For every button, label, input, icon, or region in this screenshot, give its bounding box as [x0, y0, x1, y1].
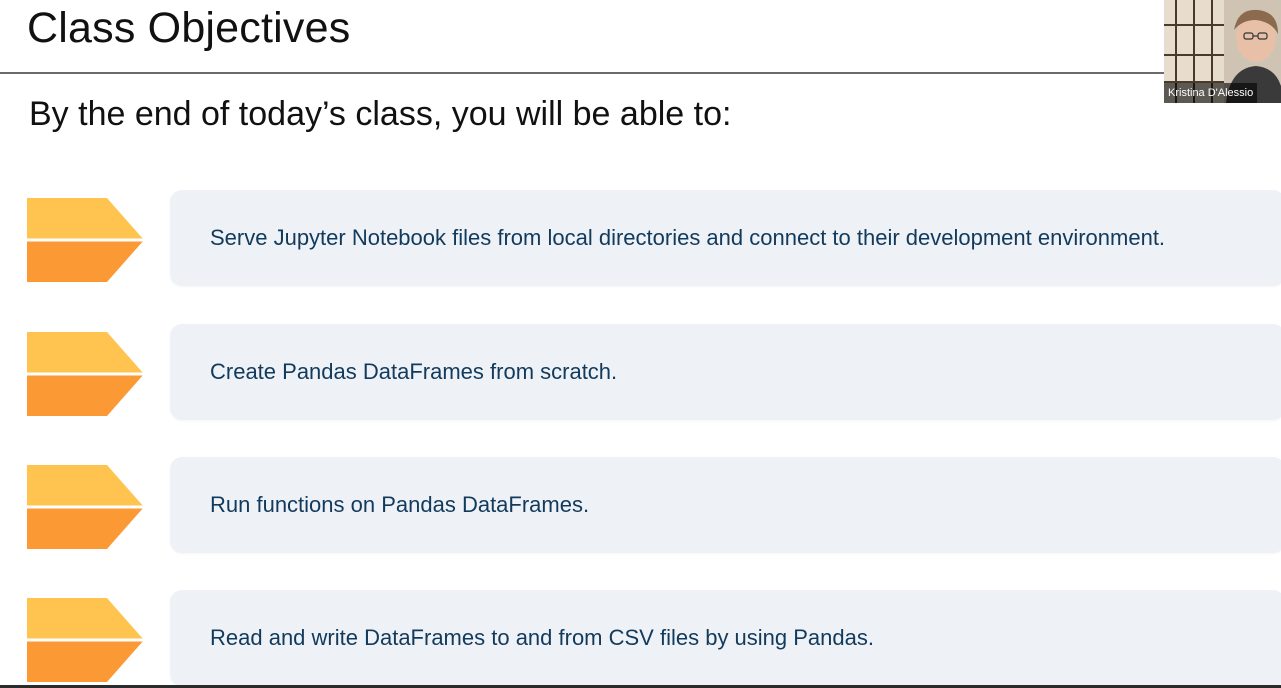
objective-text: Serve Jupyter Notebook files from local … — [210, 225, 1166, 250]
objective-card: Read and write DataFrames to and from CS… — [170, 590, 1281, 686]
objective-item: Run functions on Pandas DataFrames. — [0, 457, 1281, 553]
objective-card: Create Pandas DataFrames from scratch. — [170, 324, 1281, 420]
title-divider — [0, 72, 1281, 74]
participant-name-label: Kristina D'Alessio — [1164, 83, 1258, 103]
chevron-arrow-icon — [27, 598, 144, 682]
objective-item: Serve Jupyter Notebook files from local … — [0, 190, 1281, 286]
objective-text: Run functions on Pandas DataFrames. — [210, 492, 590, 517]
chevron-arrow-icon — [27, 198, 144, 282]
objective-item: Create Pandas DataFrames from scratch. — [0, 324, 1281, 420]
objective-item: Read and write DataFrames to and from CS… — [0, 590, 1281, 686]
objective-text: Create Pandas DataFrames from scratch. — [210, 359, 618, 384]
objective-card: Run functions on Pandas DataFrames. — [170, 457, 1281, 553]
chevron-arrow-icon — [27, 465, 144, 549]
objective-text: Read and write DataFrames to and from CS… — [210, 625, 874, 650]
chevron-arrow-icon — [27, 332, 144, 416]
slide-title: Class Objectives — [27, 4, 351, 52]
objective-card: Serve Jupyter Notebook files from local … — [170, 190, 1281, 286]
slide-subtitle: By the end of today’s class, you will be… — [29, 95, 732, 133]
participant-video-tile[interactable]: Kristina D'Alessio — [1164, 0, 1281, 103]
